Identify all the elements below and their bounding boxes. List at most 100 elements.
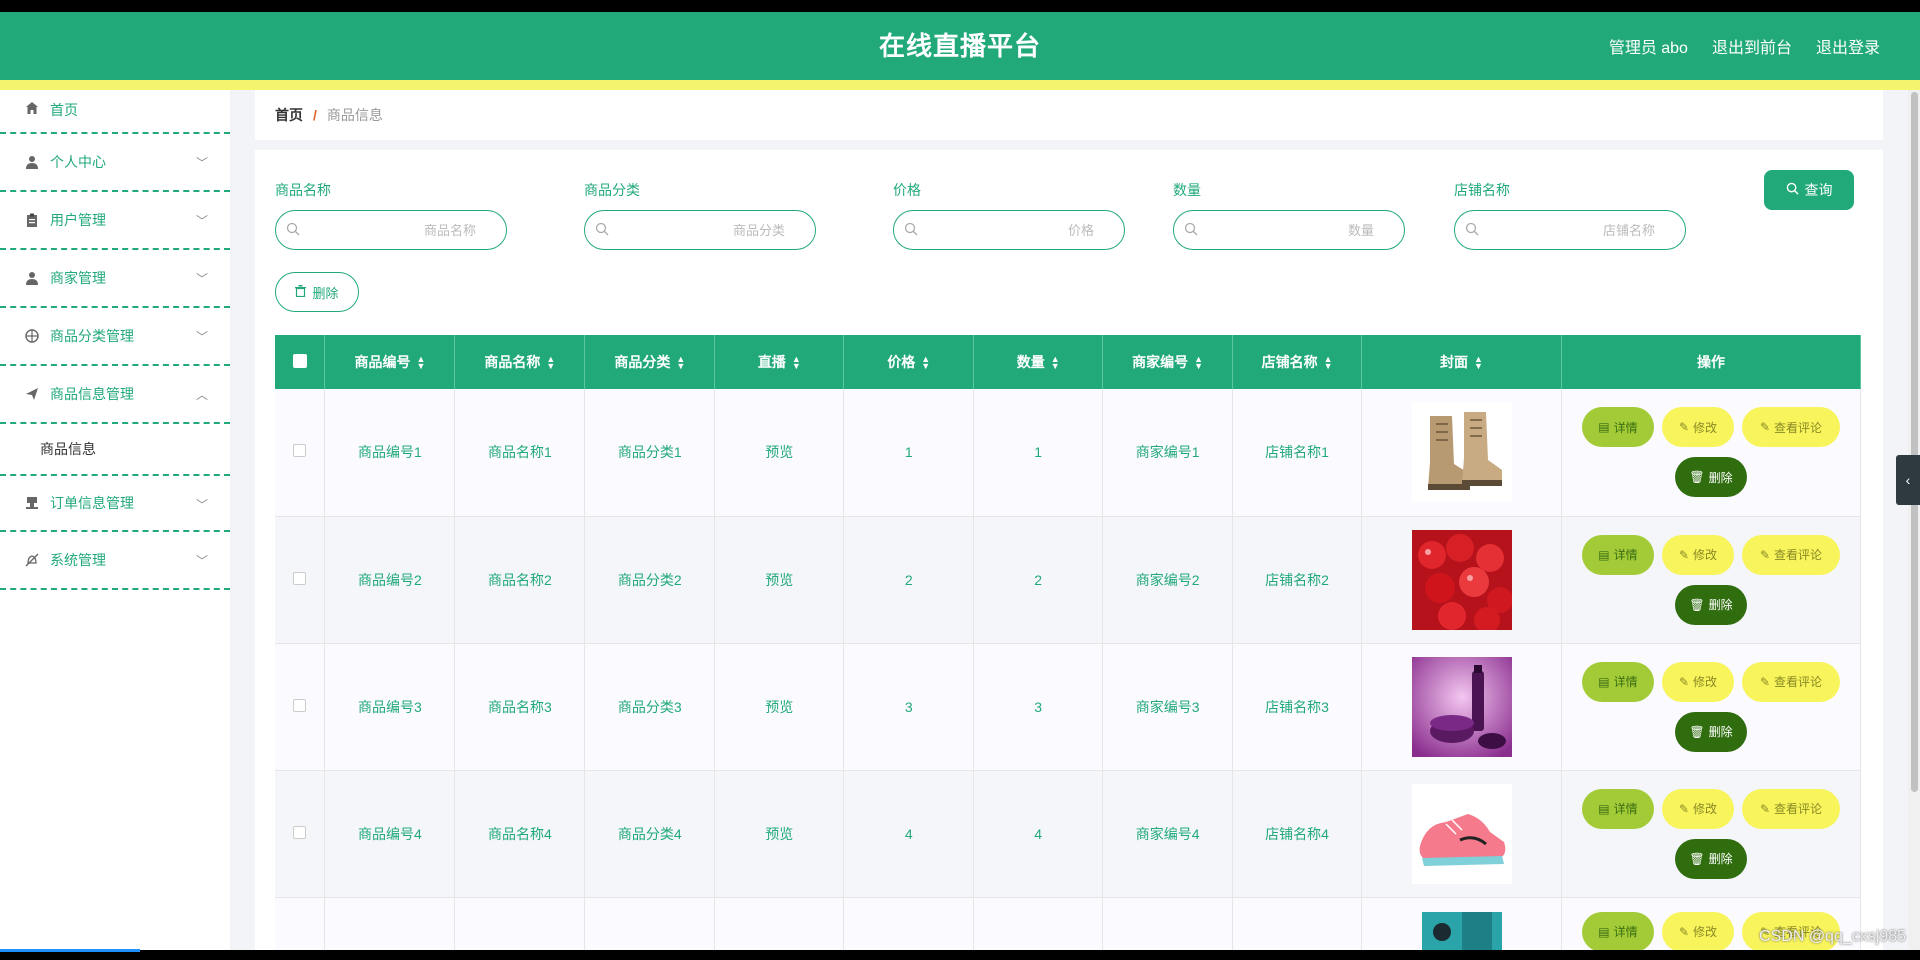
sidebar-item-label: 系统管理 [50, 552, 106, 568]
product-category-field[interactable] [584, 210, 816, 250]
edit-button[interactable]: ✎ 修改 [1661, 407, 1734, 448]
edit-icon: ✎ [1678, 801, 1689, 816]
view-reviews-button[interactable]: ✎ 查看评论 [1741, 788, 1840, 829]
edit-button[interactable]: ✎ 修改 [1661, 661, 1734, 702]
logout-link[interactable]: 退出登录 [1816, 34, 1880, 58]
table-header-row: 商品编号 ▲ ▼ 商品名称 ▲ ▼ 商品分类 ▲ ▼ 直播 ▲ ▼ 价格 ▲ ▼ 数量 ▲ ▼ 商家编号… [275, 335, 1862, 389]
delete-button[interactable]: 🗑 删除 [1674, 584, 1747, 625]
sort-icon: ▲ ▼ [1194, 354, 1204, 372]
query-button[interactable]: 查询 [1764, 170, 1854, 210]
chevron-down-icon: ﹀ [195, 498, 208, 512]
shop-name-field[interactable] [1454, 210, 1686, 250]
detail-button[interactable]: ▤ 详情 [1581, 788, 1654, 829]
cell-product-id: 商品编号1 [324, 389, 456, 517]
select-all-checkbox[interactable] [292, 353, 307, 368]
column-header-label: 商家编号 [1132, 354, 1189, 370]
view-reviews-label: 查看评论 [1774, 420, 1823, 435]
column-header[interactable]: 商品名称 ▲ ▼ [454, 335, 586, 389]
batch-delete-label: 删除 [312, 285, 339, 301]
chevron-down-icon: ﹀ [195, 330, 208, 344]
cell-product-name [454, 897, 586, 958]
delete-button[interactable]: 🗑 删除 [1674, 711, 1747, 752]
column-header[interactable]: 商品分类 ▲ ▼ [584, 335, 716, 389]
globe-icon [24, 328, 40, 344]
search-icon [1184, 222, 1198, 236]
detail-label: 详情 [1613, 420, 1638, 435]
cell-merchant-id: 商家编号4 [1102, 770, 1234, 898]
cell-actions: ▤ 详情 ✎ 修改 ✎ 查看评论 🗑 删除 [1561, 389, 1862, 517]
clipboard-icon [24, 212, 40, 228]
row-checkbox[interactable] [293, 444, 307, 458]
sort-icon: ▲ ▼ [546, 354, 556, 372]
edit-icon: ✎ [1759, 547, 1770, 562]
view-reviews-button[interactable]: ✎ 查看评论 [1741, 534, 1840, 575]
sort-icon: ▲ ▼ [791, 354, 801, 372]
view-reviews-button[interactable]: ✎ 查看评论 [1741, 661, 1840, 702]
page-scrollbar-thumb[interactable] [1911, 92, 1918, 792]
edit-icon: ✎ [1678, 674, 1689, 689]
sidebar-item-product-management[interactable]: 商品信息管理 ︿ [0, 366, 230, 424]
column-header-label: 店铺名称 [1261, 354, 1318, 370]
price-field[interactable] [893, 210, 1125, 250]
column-header[interactable]: 价格 ▲ ▼ [843, 335, 975, 389]
sidebar-item-personal-center[interactable]: 个人中心 ﹀ [0, 134, 230, 192]
sort-icon: ▲ ▼ [676, 354, 686, 372]
detail-button[interactable]: ▤ 详情 [1581, 534, 1654, 575]
column-header[interactable]: 封面 ▲ ▼ [1361, 335, 1562, 389]
batch-delete-button[interactable]: 删除 [275, 272, 359, 312]
edit-button[interactable]: ✎ 修改 [1661, 911, 1734, 952]
cell-live-preview[interactable]: 预览 [714, 643, 845, 771]
table-row: 商品编号3 商品名称3 商品分类3 预览 3 3 商家编号3 店铺名称3 ▤ 详情… [275, 643, 1862, 771]
trash-icon: 🗑 [1689, 597, 1705, 612]
side-panel-toggle[interactable]: ‹ [1896, 455, 1920, 505]
table-row: 商品编号1 商品名称1 商品分类1 预览 1 1 商家编号1 店铺名称1 ▤ 详情… [275, 389, 1862, 517]
price-input[interactable] [924, 220, 1094, 240]
breadcrumb-home[interactable]: 首页 [275, 105, 303, 125]
detail-button[interactable]: ▤ 详情 [1581, 911, 1654, 952]
cell-cover [1361, 643, 1562, 771]
sidebar-item-merchant-management[interactable]: 商家管理 ﹀ [0, 250, 230, 308]
shop-name-input[interactable] [1485, 220, 1655, 240]
cell-live-preview[interactable]: 预览 [714, 516, 845, 644]
sidebar-item-user-management[interactable]: 用户管理 ﹀ [0, 192, 230, 250]
chevron-down-icon: ﹀ [195, 214, 208, 228]
row-checkbox[interactable] [293, 825, 307, 839]
chevron-left-icon: ‹ [1905, 472, 1911, 488]
column-header[interactable]: 商家编号 ▲ ▼ [1102, 335, 1234, 389]
cell-live-preview[interactable]: 预览 [714, 389, 845, 517]
product-name-field[interactable] [275, 210, 507, 250]
column-header[interactable]: 直播 ▲ ▼ [714, 335, 845, 389]
cell-merchant-id: 商家编号3 [1102, 643, 1234, 771]
detail-button[interactable]: ▤ 详情 [1581, 407, 1654, 448]
column-header[interactable]: 店铺名称 ▲ ▼ [1232, 335, 1363, 389]
edit-button[interactable]: ✎ 修改 [1661, 534, 1734, 575]
row-checkbox[interactable] [293, 571, 307, 585]
exit-to-front-link[interactable]: 退出到前台 [1712, 34, 1792, 58]
delete-button[interactable]: 🗑 删除 [1674, 457, 1747, 498]
product-name-input[interactable] [306, 220, 476, 240]
quantity-field[interactable] [1173, 210, 1405, 250]
column-header[interactable]: 数量 ▲ ▼ [973, 335, 1104, 389]
sidebar-item-category-management[interactable]: 商品分类管理 ﹀ [0, 308, 230, 366]
sidebar-item-system-management[interactable]: 系统管理 ﹀ [0, 532, 230, 590]
breadcrumb-current: 商品信息 [326, 107, 383, 123]
quantity-input[interactable] [1204, 220, 1374, 240]
column-header[interactable]: 商品编号 ▲ ▼ [324, 335, 456, 389]
sneaker-image [1411, 783, 1512, 884]
detail-button[interactable]: ▤ 详情 [1581, 661, 1654, 702]
trash-icon: 🗑 [1689, 470, 1705, 485]
view-reviews-button[interactable]: ✎ 查看评论 [1741, 407, 1840, 448]
edit-button[interactable]: ✎ 修改 [1661, 788, 1734, 829]
sidebar-subitem-product-info[interactable]: 商品信息 [0, 424, 230, 474]
cell-live-preview[interactable]: 预览 [714, 770, 845, 898]
cell-product-category: 商品分类1 [584, 389, 716, 517]
cell-product-name: 商品名称2 [454, 516, 586, 644]
column-header-label: 商品名称 [484, 354, 541, 370]
sidebar-item-order-management[interactable]: 订单信息管理 ﹀ [0, 474, 230, 532]
row-checkbox[interactable] [293, 698, 307, 712]
delete-button[interactable]: 🗑 删除 [1674, 838, 1747, 879]
sidebar-item-home[interactable]: 首页 [0, 90, 230, 134]
quantity-label: 数量 [1173, 182, 1201, 198]
product-category-input[interactable] [615, 220, 785, 240]
search-icon [904, 222, 918, 236]
